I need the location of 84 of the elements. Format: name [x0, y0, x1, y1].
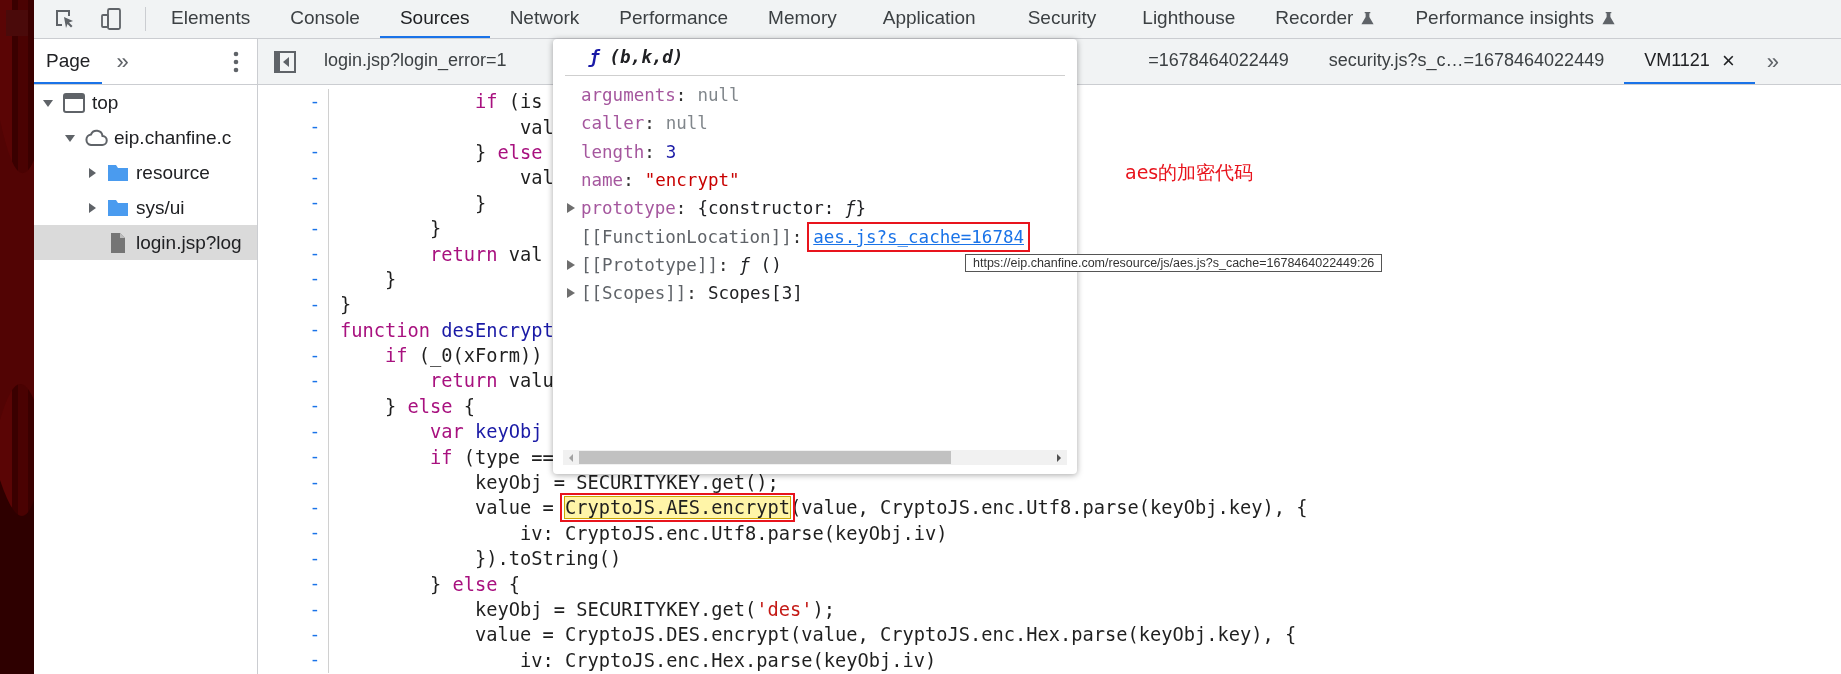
tree-item[interactable]: resource: [34, 155, 257, 190]
panel-tab[interactable]: Application: [856, 0, 1002, 38]
property-name: name: [581, 170, 624, 191]
triangle-icon[interactable]: [86, 166, 98, 179]
code-line: value = CryptoJS.DES.encrypt(value, CryptoJS.enc.Hex.parse(keyObj.key), {: [474, 624, 1297, 646]
property-value: ƒ (): [739, 254, 782, 275]
code-line: }).toString(): [474, 548, 622, 570]
triangle-icon[interactable]: [565, 202, 577, 215]
code-line: function desEncrypt: [339, 319, 554, 341]
property-value: null: [697, 85, 740, 106]
separator: :: [717, 254, 729, 275]
panel-tab[interactable]: Recorder: [1255, 0, 1396, 38]
property-value: "encrypt": [644, 170, 740, 191]
panel-tab[interactable]: Elements: [151, 0, 271, 38]
annotation-text: aes的加密代码: [1125, 160, 1254, 185]
function-signature: (b,k,d): [609, 47, 684, 67]
code-line: if (is: [474, 91, 543, 113]
code-line: }: [474, 192, 487, 214]
panel-tab[interactable]: Security: [1001, 0, 1123, 38]
tooltip: https://eip.chanfine.com/resource/js/aes.js?s_cache=1678464022449:26: [965, 254, 1383, 272]
tree-item[interactable]: eip.chanfine.c: [34, 120, 257, 155]
property-name: arguments: [581, 85, 676, 106]
code-line: }: [384, 268, 397, 290]
more-tabs-button[interactable]: »: [1754, 39, 1791, 84]
property-name: length: [581, 141, 645, 162]
code-line: keyObj = SECURITYKEY.get('des');: [474, 599, 836, 620]
source-link[interactable]: aes.js?s_cache=16784: [813, 226, 1024, 247]
property-name: prototype: [581, 198, 676, 219]
code-line: return val: [429, 243, 543, 265]
panel-tab[interactable]: Performance: [599, 0, 749, 38]
property-name: [[FunctionLocation]]: [581, 226, 792, 247]
code-line: } else {: [429, 573, 521, 595]
panel-tab[interactable]: Lighthouse: [1122, 0, 1256, 38]
triangle-icon[interactable]: [565, 258, 577, 271]
window-icon: [62, 90, 86, 115]
more-tabs-button[interactable]: »: [102, 39, 143, 84]
code-line: val: [519, 116, 554, 138]
property-name: [[Scopes]]: [581, 283, 687, 304]
property-value: null: [665, 113, 708, 134]
code-line: if (_0(xForm)): [384, 345, 543, 367]
code-line: value = CryptoJS.AES.encrypt(value, CryptoJS.enc.Utf8.parse(keyObj.key), {: [474, 497, 1308, 519]
file-tab[interactable]: security.js?s_c…=1678464022449: [1308, 39, 1625, 84]
code-line: }: [339, 294, 352, 316]
triangle-icon[interactable]: [565, 287, 577, 300]
code-line: var keyObj: [429, 421, 543, 443]
code-line: val: [519, 167, 554, 189]
file-tab[interactable]: VM1121 ×: [1624, 39, 1755, 84]
separator: :: [791, 226, 803, 247]
close-button[interactable]: ×: [1721, 47, 1735, 74]
property-name: caller: [581, 113, 645, 134]
panel-tab[interactable]: Memory: [748, 0, 857, 38]
triangle-icon[interactable]: [86, 201, 98, 214]
tree-item[interactable]: top: [34, 85, 257, 120]
separator: :: [686, 283, 697, 304]
code-line: iv: CryptoJS.enc.Hex.parse(keyObj.iv): [519, 649, 937, 671]
property-value: Scopes[3]: [707, 283, 803, 304]
panel-tab[interactable]: Network: [489, 0, 600, 38]
more-icon[interactable]: [233, 50, 239, 73]
separator: :: [644, 141, 655, 162]
panel-tab[interactable]: Performance insights: [1395, 0, 1636, 38]
navigator-tab[interactable]: Page: [34, 39, 103, 84]
file-tab[interactable]: =1678464022449: [1128, 39, 1309, 84]
property-value: {constructor: ƒ}: [697, 198, 866, 219]
sidebar-toggle-icon[interactable]: [274, 50, 296, 73]
code-line: } else {: [384, 395, 476, 417]
separator: :: [675, 198, 687, 219]
tree-item[interactable]: sys/ui: [34, 190, 257, 225]
tree-item[interactable]: login.jsp?log: [34, 225, 257, 260]
function-glyph: ƒ: [589, 47, 600, 67]
separator: :: [623, 170, 634, 191]
separator: :: [644, 113, 655, 134]
scrollbar[interactable]: [563, 450, 1067, 465]
code-line: return valu: [429, 370, 554, 392]
code-line: } else: [474, 141, 543, 163]
code-line: if (type ==: [429, 446, 554, 468]
property-name: [[Prototype]]: [581, 254, 718, 275]
code-line: }: [429, 218, 442, 240]
panel-tab[interactable]: Console: [270, 0, 380, 38]
device-icon[interactable]: [99, 7, 123, 31]
separator: :: [675, 85, 687, 106]
code-line: iv: CryptoJS.enc.Utf8.parse(keyObj.iv): [519, 522, 948, 544]
code-line: keyObj = SECURITYKEY.get();: [474, 472, 779, 494]
file-tab[interactable]: login.jsp?login_error=1: [304, 39, 527, 84]
property-value: 3: [665, 141, 677, 162]
